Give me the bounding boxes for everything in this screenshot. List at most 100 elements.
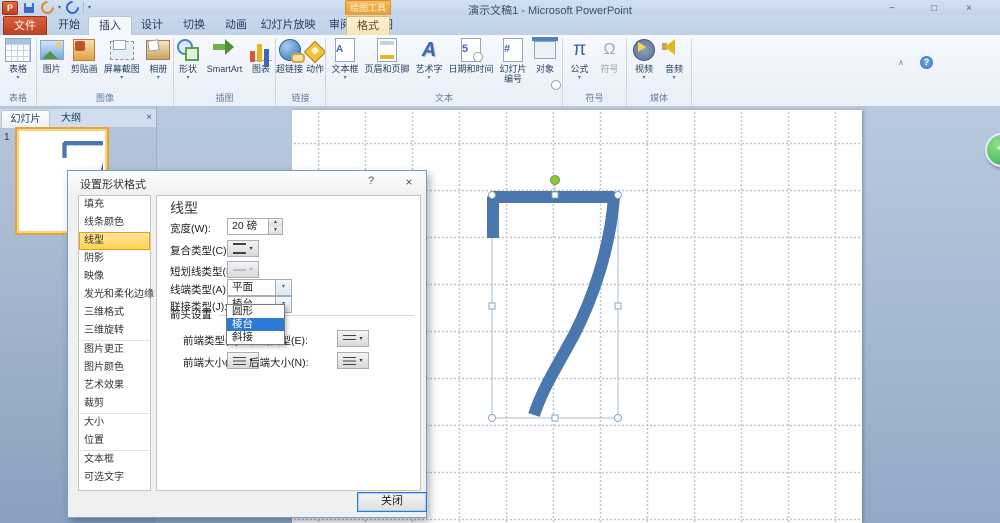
save-icon [24,3,34,13]
tab-slideshow[interactable]: 幻灯片放映 [257,16,319,35]
end-size-button[interactable]: ▾ [337,352,369,369]
dialog-title: 设置形状格式 [80,176,146,192]
help-icon[interactable]: ? [920,56,933,69]
close-button[interactable]: × [955,2,983,15]
picture-button[interactable]: 图片 [37,37,67,91]
symbol-icon: Ω [597,37,623,63]
chart-button[interactable]: 图表 [247,37,275,91]
date-time-button[interactable]: 5 日期和时间 [447,37,495,91]
resize-handle-top-right[interactable] [615,192,622,199]
video-button[interactable]: 视频 ▾ [630,37,658,91]
panel-heading: 线型 [170,198,198,218]
textbox-button[interactable]: A 文本框 ▾ [329,37,361,91]
clipart-button[interactable]: 剪贴画 [69,37,101,91]
spin-up-icon[interactable]: ▲ [269,219,282,227]
resize-handle-top[interactable] [552,192,558,198]
nav-item-3d-rotation[interactable]: 三维旋转 [79,322,150,341]
green-helper-badge[interactable]: ≪ [985,133,1000,167]
tab-outline[interactable]: 大纲 [50,110,92,127]
audio-icon [661,37,687,63]
resize-handle-right[interactable] [615,303,621,309]
save-button[interactable] [22,2,36,14]
maximize-button[interactable]: □ [920,2,948,15]
undo-button[interactable] [40,2,54,14]
table-button[interactable]: 表格 ▾ [2,37,34,91]
dash-type-button[interactable]: ▾ [227,261,259,278]
resize-handle-top-left[interactable] [489,192,496,199]
wordart-button[interactable]: A 艺术字 ▾ [413,37,445,91]
resize-handle-bottom-right[interactable] [615,415,622,422]
tab-insert[interactable]: 插入 [88,16,132,36]
photo-album-caret-icon: ▾ [157,75,160,81]
resize-handle-bottom-left[interactable] [489,415,496,422]
tab-animations[interactable]: 动画 [215,16,257,35]
nav-item-reflection[interactable]: 映像 [79,268,150,286]
group-label-media: 媒体 [627,91,691,104]
panel-close-icon[interactable]: × [146,112,152,123]
hyperlink-button[interactable]: 超链接 [276,37,303,91]
tab-home[interactable]: 开始 [48,16,90,35]
customize-qat-caret-icon[interactable]: ▾ [88,4,91,11]
screenshot-button[interactable]: 屏幕截图 ▾ [102,37,141,91]
nav-item-artistic-effects[interactable]: 艺术效果 [79,377,150,395]
nav-item-position[interactable]: 位置 [79,432,150,451]
nav-item-line-color[interactable]: 线条颜色 [79,214,150,232]
group-label-table: 表格 [0,91,36,104]
audio-caret-icon: ▾ [672,75,675,81]
smartart-button[interactable]: SmartArt [204,37,245,91]
dropdown-option-round[interactable]: 圆形 [227,305,284,318]
nav-item-fill[interactable]: 填充 [79,196,150,214]
tab-format[interactable]: 格式 [346,16,390,36]
nav-item-size[interactable]: 大小 [79,414,150,432]
tab-design[interactable]: 设计 [131,16,173,35]
screenshot-icon [109,37,135,63]
freeform-shape-7[interactable] [493,197,614,415]
audio-button[interactable]: 音频 ▾ [660,37,688,91]
resize-handle-bottom[interactable] [552,415,558,421]
compound-type-button[interactable]: ▾ [227,240,259,257]
dropdown-option-bevel[interactable]: 棱台 [227,318,284,331]
tab-transitions[interactable]: 切换 [173,16,215,35]
resize-handle-left[interactable] [489,303,495,309]
cap-chevron-icon: ▾ [275,280,291,295]
powerpoint-logo-icon[interactable]: P [2,1,18,15]
width-spinner[interactable]: 20 磅 ▲ ▼ [227,218,283,235]
redo-button[interactable] [65,2,79,14]
slide-number-icon: # [500,37,526,63]
cap-type-combo[interactable]: 平面 ▾ [227,279,292,296]
nav-item-text-box[interactable]: 文本框 [79,451,150,469]
equation-button[interactable]: π 公式 ▾ [566,37,594,91]
dialog-close-icon[interactable]: × [402,175,416,189]
minimize-button[interactable]: − [878,2,906,15]
end-type-button[interactable]: ▾ [337,330,369,347]
dash-line-icon [233,269,246,271]
tab-file[interactable]: 文件 [3,16,47,36]
action-button[interactable]: 动作 [305,37,325,91]
rotation-handle[interactable] [551,176,560,185]
nav-item-picture-color[interactable]: 图片颜色 [79,359,150,377]
tab-slides[interactable]: 幻灯片 [1,110,50,128]
dash-caret-icon: ▾ [249,266,252,273]
nav-item-picture-corrections[interactable]: 图片更正 [79,341,150,359]
picture-icon [39,37,65,63]
dialog-help-icon[interactable]: ? [364,175,378,187]
photo-album-button[interactable]: 相册 ▾ [143,37,173,91]
minimize-ribbon-icon[interactable]: ∧ [898,58,904,67]
spin-down-icon[interactable]: ▼ [269,227,282,235]
slide-number: 1 [4,132,10,143]
nav-item-shadow[interactable]: 阴影 [79,250,150,268]
dropdown-option-miter[interactable]: 斜接 [227,331,284,344]
ribbon-group-links: 超链接 动作 链接 [276,35,325,105]
undo-caret-icon[interactable]: ▾ [58,4,61,11]
header-footer-button[interactable]: 页眉和页脚 [363,37,411,91]
slide-number-button[interactable]: # 幻灯片编号 [497,37,529,91]
nav-item-line-style[interactable]: 线型 [79,232,150,250]
dialog-title-bar[interactable]: 设置形状格式 ? × [68,171,426,193]
nav-item-glow[interactable]: 发光和柔化边缘 [79,286,150,304]
nav-item-3d-format[interactable]: 三维格式 [79,304,150,322]
shapes-caret-icon: ▾ [186,75,189,81]
nav-item-crop[interactable]: 裁剪 [79,395,150,414]
shapes-button[interactable]: 形状 ▾ [174,37,202,91]
nav-item-alt-text[interactable]: 可选文字 [79,469,150,487]
dialog-close-button[interactable]: 关闭 [357,492,427,512]
